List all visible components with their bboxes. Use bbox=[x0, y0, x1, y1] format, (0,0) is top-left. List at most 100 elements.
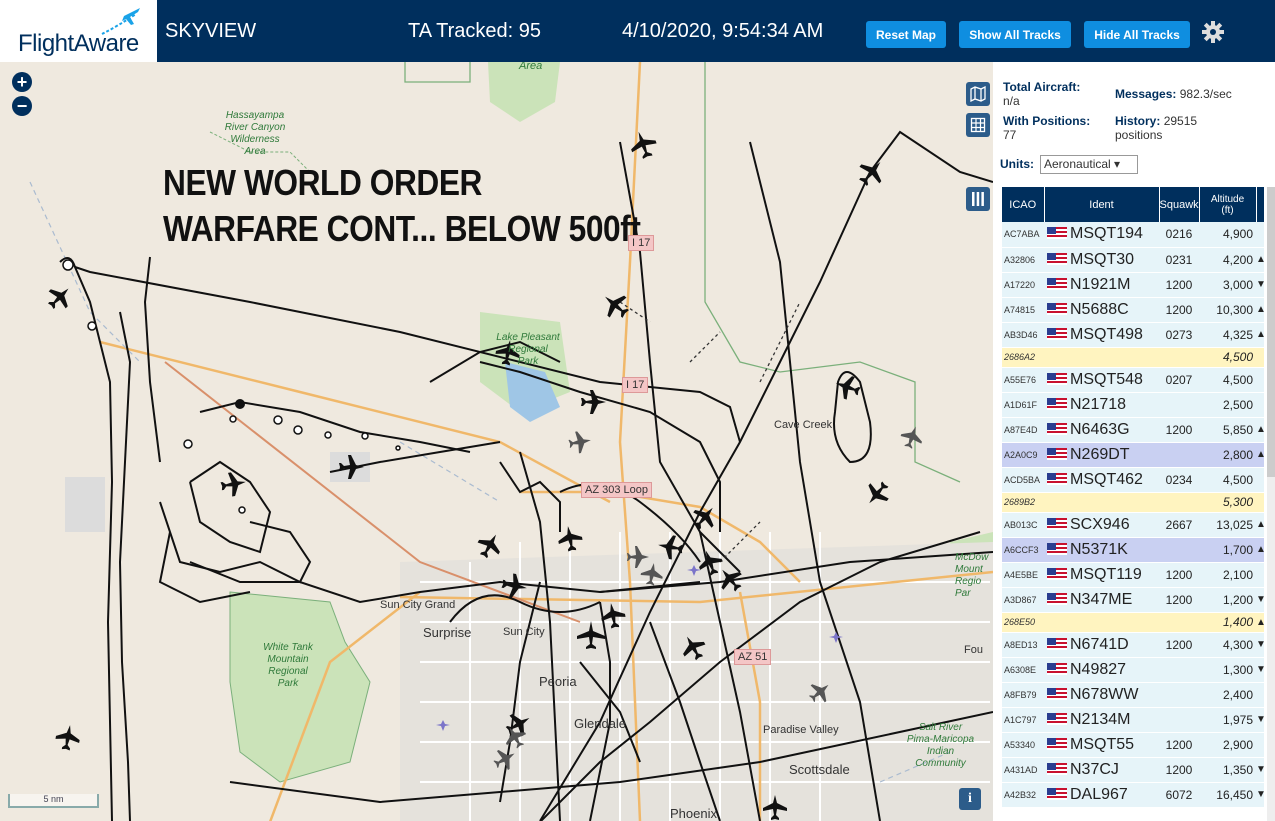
reset-map-button[interactable]: Reset Map bbox=[866, 21, 946, 48]
park-label-mcdowell: McDow Mount Regio Par bbox=[955, 552, 993, 600]
cell-icao: AB3D46 bbox=[1002, 322, 1044, 348]
table-row[interactable]: A1D61F N21718 2,500 bbox=[1002, 392, 1264, 418]
table-header-row: ICAO Ident Squawk Altitude (ft) bbox=[1002, 187, 1265, 222]
cell-trend-text: ▼ bbox=[1256, 764, 1264, 775]
table-scrollbar-thumb[interactable] bbox=[1267, 187, 1275, 477]
cell-squawk bbox=[1159, 392, 1199, 418]
table-row[interactable]: 2686A2 4,500 bbox=[1002, 347, 1264, 368]
table-row[interactable]: A87E4D N6463G 1200 5,850▲ bbox=[1002, 417, 1264, 443]
cell-ident-text: N347ME bbox=[1070, 590, 1133, 608]
hide-all-tracks-button[interactable]: Hide All Tracks bbox=[1084, 21, 1190, 48]
units-select[interactable]: Aeronautical ▾ bbox=[1040, 155, 1138, 174]
place-scottsdale: Scottsdale bbox=[789, 762, 850, 777]
table-row[interactable]: A6CCF3 N5371K 1,700▲ bbox=[1002, 537, 1264, 563]
grid-overlay-button[interactable] bbox=[966, 113, 990, 137]
cell-ident: SCX946 bbox=[1044, 512, 1159, 538]
table-row[interactable]: A6308E N49827 1,300▼ bbox=[1002, 657, 1264, 683]
table-row[interactable]: A8FB79 N678WW 2,400 bbox=[1002, 682, 1264, 708]
table-row[interactable]: A53340 MSQT55 1200 2,900 bbox=[1002, 732, 1264, 758]
cell-icao: A55E76 bbox=[1002, 367, 1044, 393]
table-row[interactable]: A4E5BE MSQT119 1200 2,100 bbox=[1002, 562, 1264, 588]
col-header-ident[interactable]: Ident bbox=[1044, 187, 1160, 222]
cell-icao-text: A17220 bbox=[1004, 279, 1036, 290]
table-row[interactable]: A8ED13 N6741D 1200 4,300▼ bbox=[1002, 632, 1264, 658]
cell-altitude-text: 1,400 bbox=[1222, 615, 1253, 629]
us-flag-icon bbox=[1047, 447, 1067, 460]
table-row[interactable]: A431AD N37CJ 1200 1,350▼ bbox=[1002, 757, 1264, 783]
cell-trend: ▲ bbox=[1256, 247, 1264, 273]
map-layers-button[interactable] bbox=[966, 82, 990, 106]
cell-trend bbox=[1256, 222, 1264, 248]
cell-ident-text: SCX946 bbox=[1070, 515, 1130, 533]
with-positions-label: With Positions: bbox=[1003, 114, 1091, 128]
table-row[interactable]: 2689B2 5,300 bbox=[1002, 492, 1264, 513]
table-scrollbar[interactable] bbox=[1267, 187, 1275, 821]
table-row[interactable]: AC7ABA MSQT194 0216 4,900 bbox=[1002, 222, 1264, 248]
us-flag-icon bbox=[1047, 302, 1067, 315]
cell-icao: A42B32 bbox=[1002, 782, 1044, 808]
show-all-tracks-button[interactable]: Show All Tracks bbox=[959, 21, 1071, 48]
cell-altitude-text: 5,300 bbox=[1222, 495, 1253, 509]
us-flag-icon bbox=[1047, 517, 1067, 530]
cell-altitude: 4,325 bbox=[1199, 322, 1256, 348]
table-row[interactable]: A42B32 DAL967 6072 16,450▼ bbox=[1002, 782, 1264, 808]
park-label-white-tank: White Tank Mountain Regional Park bbox=[248, 642, 328, 690]
us-flag-icon bbox=[1047, 472, 1067, 485]
column-toggle-button[interactable] bbox=[966, 187, 990, 211]
cell-icao: ACD5BA bbox=[1002, 467, 1044, 493]
cell-trend bbox=[1256, 562, 1264, 588]
cell-trend-text: ▼ bbox=[1256, 789, 1264, 800]
zoom-out-button[interactable]: − bbox=[12, 96, 32, 116]
table-row[interactable]: A2A0C9 N269DT 2,800▲ bbox=[1002, 442, 1264, 468]
table-row[interactable]: A3D867 N347ME 1200 1,200▼ bbox=[1002, 587, 1264, 613]
cell-squawk-text: 1200 bbox=[1165, 567, 1193, 582]
cell-altitude: 2,400 bbox=[1199, 682, 1256, 708]
cell-icao: A6308E bbox=[1002, 657, 1044, 683]
highway-az51: AZ 51 bbox=[734, 649, 772, 665]
gear-icon[interactable] bbox=[1201, 20, 1225, 44]
cell-squawk-text: 1200 bbox=[1165, 737, 1193, 752]
cell-altitude: 4,500 bbox=[1199, 347, 1256, 368]
cell-trend-text: ▲ bbox=[1256, 544, 1264, 555]
cell-squawk bbox=[1159, 492, 1199, 513]
col-header-altitude[interactable]: Altitude (ft) bbox=[1199, 187, 1257, 222]
cell-icao-text: A8ED13 bbox=[1004, 639, 1038, 650]
cell-squawk: 1200 bbox=[1159, 757, 1199, 783]
map-icon bbox=[970, 86, 986, 102]
cell-altitude-text: 2,800 bbox=[1222, 447, 1253, 462]
info-button[interactable]: i bbox=[959, 788, 981, 810]
place-sun-city-grand: Sun City Grand bbox=[380, 599, 456, 611]
table-row[interactable]: A32806 MSQT30 0231 4,200▲ bbox=[1002, 247, 1264, 273]
current-datetime: 4/10/2020, 9:54:34 AM bbox=[622, 20, 824, 42]
col-header-icao[interactable]: ICAO bbox=[1002, 187, 1045, 222]
table-row[interactable]: A74815 N5688C 1200 10,300▲ bbox=[1002, 297, 1264, 323]
cell-icao: 2689B2 bbox=[1002, 492, 1044, 513]
table-row[interactable]: ACD5BA MSQT462 0234 4,500 bbox=[1002, 467, 1264, 493]
table-row[interactable]: AB3D46 MSQT498 0273 4,325▲ bbox=[1002, 322, 1264, 348]
map-canvas[interactable]: + − NEW WORLD ORDER WARFARE CONT... BELO… bbox=[0, 62, 993, 821]
place-area: Area bbox=[519, 62, 543, 72]
park-label-mcdowell-text: McDow Mount Regio Par bbox=[955, 552, 989, 599]
cell-icao: A8FB79 bbox=[1002, 682, 1044, 708]
us-flag-icon bbox=[1047, 637, 1067, 650]
col-header-squawk[interactable]: Squawk bbox=[1159, 187, 1200, 222]
table-row[interactable]: A1C797 N2134M 1,975▼ bbox=[1002, 707, 1264, 733]
cell-altitude-text: 2,500 bbox=[1222, 397, 1253, 412]
cell-altitude-text: 4,325 bbox=[1222, 327, 1253, 342]
us-flag-icon bbox=[1047, 737, 1067, 750]
table-row[interactable]: A17220 N1921M 1200 3,000▼ bbox=[1002, 272, 1264, 298]
zoom-in-button[interactable]: + bbox=[12, 72, 32, 92]
us-flag-icon bbox=[1047, 687, 1067, 700]
table-row[interactable]: A55E76 MSQT548 0207 4,500 bbox=[1002, 367, 1264, 393]
cell-squawk: 1200 bbox=[1159, 587, 1199, 613]
cell-altitude: 4,300 bbox=[1199, 632, 1256, 658]
flightaware-logo[interactable]: FlightAware bbox=[0, 0, 157, 62]
cell-icao: A32806 bbox=[1002, 247, 1044, 273]
cell-squawk bbox=[1159, 612, 1199, 633]
cell-trend: ▼ bbox=[1256, 757, 1264, 783]
cell-icao-text: 2689B2 bbox=[1004, 497, 1036, 507]
table-row[interactable]: AB013C SCX946 2667 13,025▲ bbox=[1002, 512, 1264, 538]
cell-altitude-text: 4,500 bbox=[1222, 472, 1253, 487]
cell-ident-text: N37CJ bbox=[1070, 760, 1119, 778]
table-row[interactable]: 268E50 1,400▲ bbox=[1002, 612, 1264, 633]
